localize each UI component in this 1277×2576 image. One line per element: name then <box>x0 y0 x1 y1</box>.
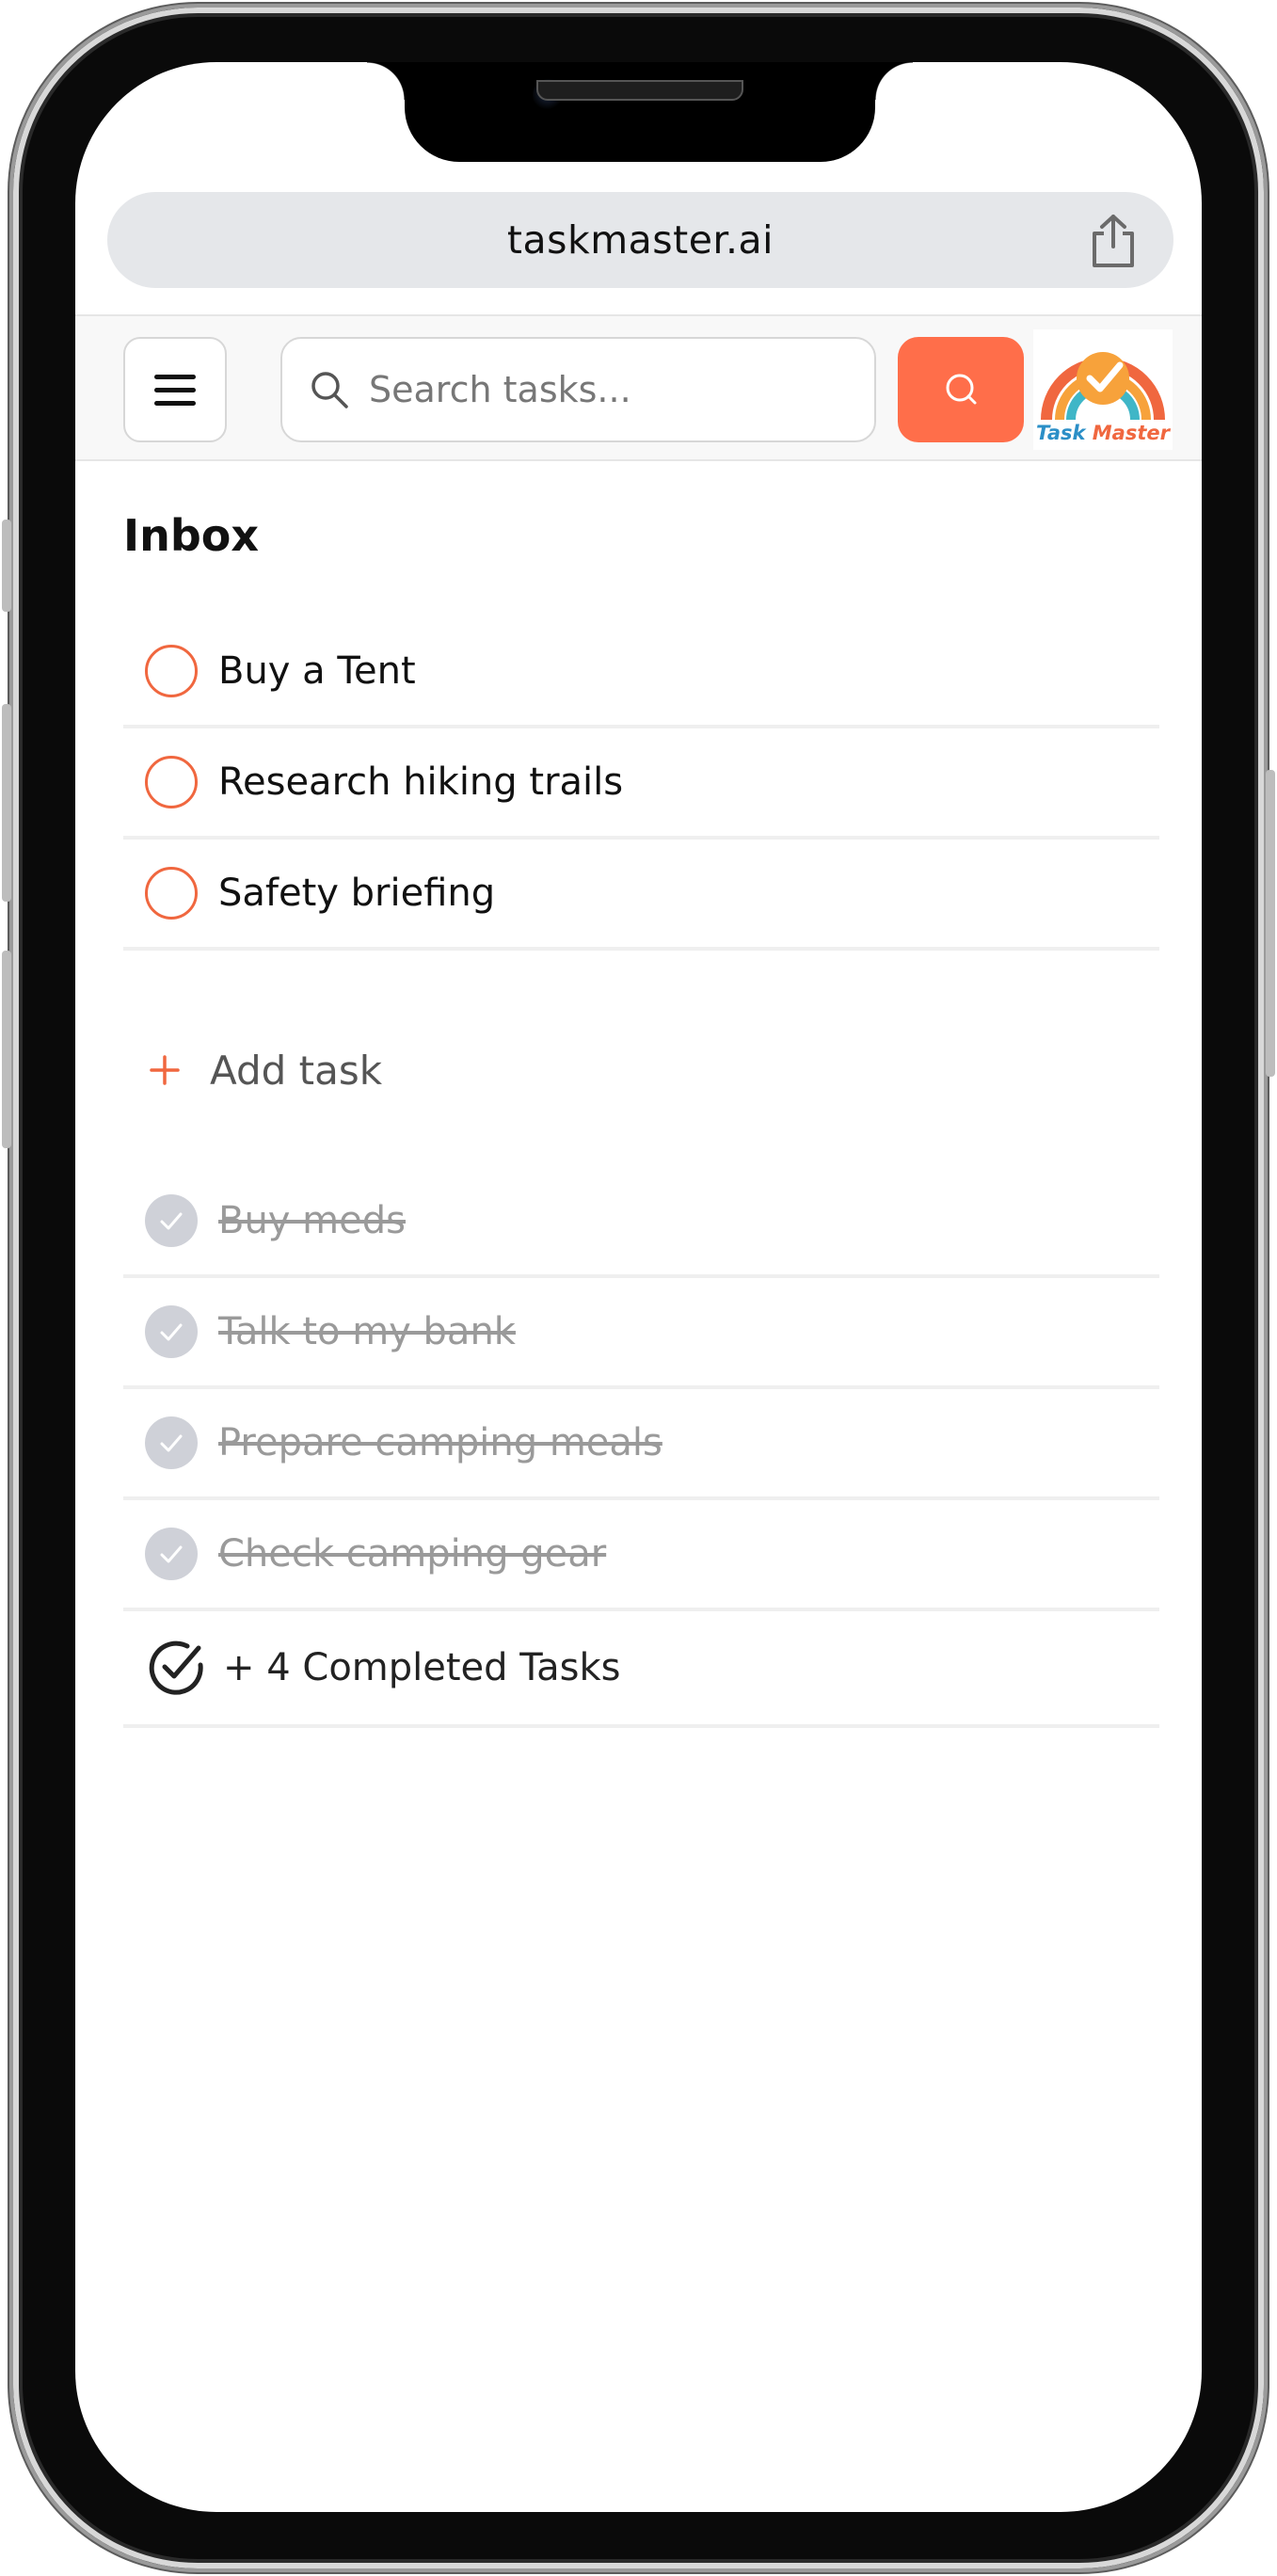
checked-checkbox[interactable] <box>145 1528 198 1580</box>
volume-down-button <box>2 951 11 1148</box>
mute-switch <box>2 520 11 612</box>
plus-icon <box>150 1055 180 1085</box>
task-row[interactable]: Safety briefing <box>123 840 1159 951</box>
task-master-logo: Task Master <box>1033 329 1173 450</box>
url-text: taskmaster.ai <box>506 217 774 263</box>
checkmark-icon <box>160 1434 183 1452</box>
checked-checkbox[interactable] <box>145 1194 198 1247</box>
speaker-grille <box>536 80 743 101</box>
search-input[interactable] <box>369 369 858 410</box>
task-label: Buy meds <box>218 1199 406 1242</box>
checkmark-icon <box>160 1212 183 1230</box>
search-icon <box>311 372 348 408</box>
task-checkbox[interactable] <box>145 756 198 808</box>
hamburger-icon-line <box>154 374 196 379</box>
task-label: Prepare camping meals <box>218 1421 662 1464</box>
task-label: Research hiking trails <box>218 760 624 804</box>
completed-task-row[interactable]: Prepare camping meals <box>123 1389 1159 1500</box>
check-circle-icon <box>149 1640 203 1695</box>
checked-checkbox[interactable] <box>145 1416 198 1469</box>
add-task-label: Add task <box>210 1047 383 1094</box>
completed-task-row[interactable]: Talk to my bank <box>123 1278 1159 1389</box>
task-row[interactable]: Research hiking trails <box>123 728 1159 840</box>
add-task-button[interactable]: Add task <box>123 1009 382 1131</box>
page-title: Inbox <box>123 510 260 561</box>
task-label: Buy a Tent <box>218 649 416 693</box>
search-icon <box>946 374 977 405</box>
completed-task-row[interactable]: Buy meds <box>123 1167 1159 1278</box>
open-task-list: Buy a Tent Research hiking trails Safety… <box>123 617 1159 951</box>
task-checkbox[interactable] <box>145 867 198 920</box>
volume-up-button <box>2 704 11 902</box>
completed-task-list: Buy meds Talk to my bank Prepare camping… <box>123 1167 1159 1611</box>
checkmark-icon <box>160 1545 183 1563</box>
svg-text:Task Master: Task Master <box>1036 422 1172 444</box>
task-label: Check camping gear <box>218 1532 607 1576</box>
search-button[interactable] <box>898 337 1024 442</box>
checkmark-icon <box>160 1323 183 1341</box>
app-header: Task Master <box>75 314 1202 461</box>
hamburger-icon-line <box>154 400 196 406</box>
task-label: Talk to my bank <box>218 1310 516 1353</box>
task-row[interactable]: Buy a Tent <box>123 617 1159 728</box>
show-completed-tasks-button[interactable]: + 4 Completed Tasks <box>123 1611 1159 1728</box>
browser-url-bar[interactable]: taskmaster.ai <box>107 192 1173 288</box>
completed-tasks-count: + 4 Completed Tasks <box>223 1646 621 1689</box>
hamburger-icon-line <box>154 387 196 392</box>
task-checkbox[interactable] <box>145 645 198 697</box>
menu-button[interactable] <box>123 337 227 442</box>
task-label: Safety briefing <box>218 872 496 915</box>
power-button <box>1266 770 1275 1077</box>
completed-task-row[interactable]: Check camping gear <box>123 1500 1159 1611</box>
notch <box>367 62 913 162</box>
share-icon[interactable] <box>1087 213 1140 269</box>
checked-checkbox[interactable] <box>145 1305 198 1358</box>
search-box[interactable] <box>280 337 876 442</box>
phone-screen: taskmaster.ai Search tasks... Task Maste… <box>75 62 1202 2512</box>
